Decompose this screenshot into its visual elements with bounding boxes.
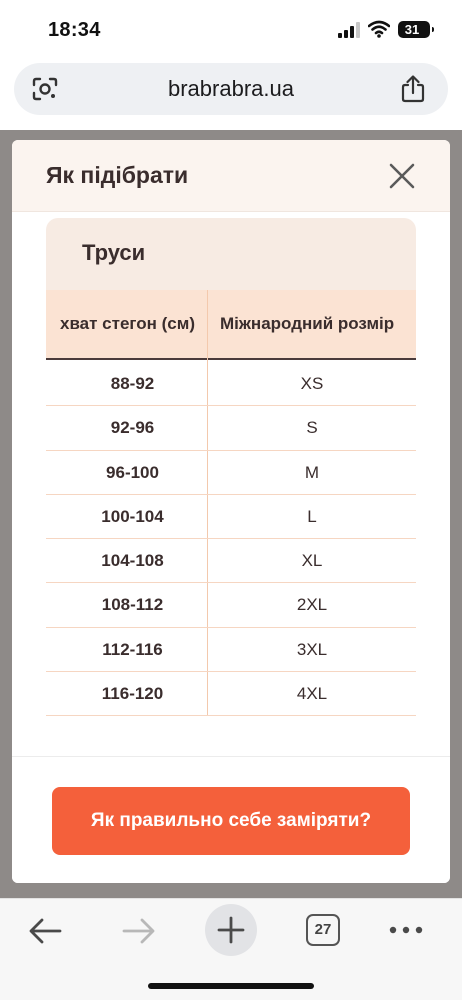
table-row: 92-96 S [46,406,416,451]
column-header-hip: хват стегон (см) [46,290,207,358]
new-tab-button[interactable] [205,904,257,956]
status-bar: 18:34 31 [0,0,462,58]
browser-address-area: brabrabra.ua [0,58,462,130]
how-to-measure-button[interactable]: Як правильно себе заміряти? [52,787,410,855]
size-cell: L [307,506,317,526]
share-icon[interactable] [400,75,426,103]
plus-icon [217,916,245,944]
table-body[interactable]: 88-92 XS 92-96 S 96-100 M 100-104 L 104-… [46,362,416,716]
hip-cell: 112-116 [102,639,163,659]
wifi-icon [368,20,390,38]
size-guide-modal: Як підібрати Труси хват стегон (см) Міжн… [12,140,450,883]
size-cell: 4XL [296,684,328,704]
modal-footer: Як правильно себе заміряти? [12,756,450,883]
hip-cell: 100-104 [101,506,164,526]
table-row: 108-112 2XL [46,583,416,628]
back-arrow-icon[interactable] [26,911,66,951]
table-card-header: Труси [46,218,416,290]
address-bar[interactable]: brabrabra.ua [14,63,448,115]
google-lens-icon[interactable] [32,77,58,101]
forward-arrow-icon[interactable] [118,911,158,951]
size-cell: M [304,462,320,482]
table-row: 100-104 L [46,495,416,540]
close-icon[interactable] [384,158,420,194]
column-header-hip-label: хват стегон (см) [59,314,195,333]
size-cell: S [306,418,318,438]
hip-cell: 92-96 [110,418,155,438]
screen: 18:34 31 brabrabra.ua Як підібрати Труси… [0,0,462,1000]
url-text[interactable]: brabrabra.ua [14,63,448,115]
modal-title: Як підібрати [46,162,189,188]
browser-toolbar: 27 [0,898,462,1000]
home-indicator [148,983,314,989]
tabs-icon[interactable]: 27 [306,914,340,946]
size-cell: 2XL [296,595,328,615]
table-row: 88-92 XS [46,362,416,407]
size-cell: XL [301,551,323,571]
table-row: 96-100 M [46,451,416,495]
size-table-card: Труси хват стегон (см) Міжнародний розмі… [46,218,416,716]
table-row: 104-108 XL [46,539,416,584]
table-title: Труси [82,240,146,265]
hip-cell: 96-100 [106,462,159,482]
hip-cell: 116-120 [101,684,164,704]
status-time: 18:34 [48,19,101,41]
battery-icon: 31 [398,21,434,38]
battery-level: 31 [404,22,420,37]
table-header-row: хват стегон (см) Міжнародний розмір [46,290,416,360]
more-icon[interactable] [388,925,424,935]
modal-header: Як підібрати [12,140,450,212]
table-row: 112-116 3XL [46,628,416,673]
hip-cell: 88-92 [110,374,155,393]
column-header-size: Міжнародний розмір [220,314,395,333]
table-row: 116-120 4XL [46,672,416,716]
size-cell: XS [300,374,324,393]
size-cell: 3XL [296,639,328,659]
signal-icon [338,22,362,38]
hip-cell: 104-108 [101,551,164,571]
hip-cell: 108-112 [101,595,164,615]
